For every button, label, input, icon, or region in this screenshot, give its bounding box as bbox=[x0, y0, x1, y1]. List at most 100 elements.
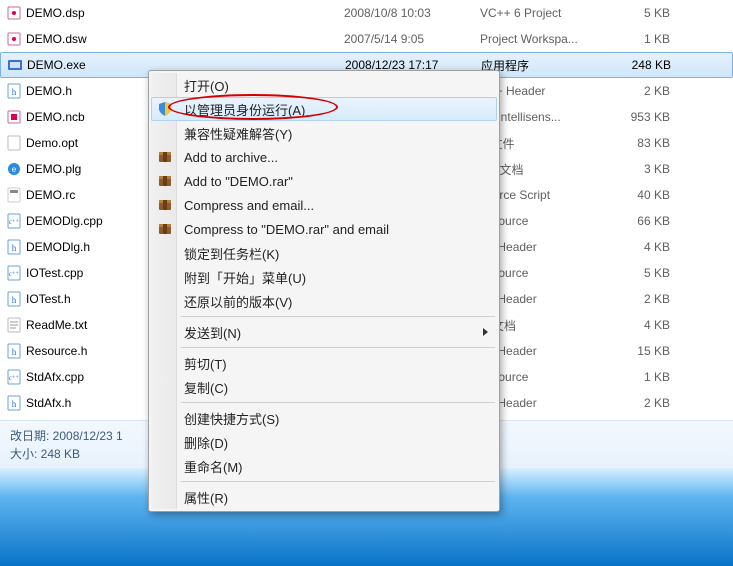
context-menu-item[interactable]: 附到「开始」菜单(U) bbox=[151, 265, 497, 289]
file-row[interactable]: DEMO.dsw2007/5/14 9:05Project Workspa...… bbox=[0, 26, 733, 52]
context-menu-item[interactable]: 复制(C) bbox=[151, 375, 497, 399]
file-icon: c⁺⁺ bbox=[4, 213, 24, 229]
file-icon bbox=[4, 135, 24, 151]
context-menu-item[interactable]: Add to archive... bbox=[151, 145, 497, 169]
file-size: 248 KB bbox=[621, 58, 681, 72]
file-date: 2008/10/8 10:03 bbox=[344, 6, 480, 20]
rar-icon bbox=[156, 220, 174, 238]
file-size: 1 KB bbox=[620, 32, 680, 46]
file-size: 3 KB bbox=[620, 162, 680, 176]
file-size: 4 KB bbox=[620, 318, 680, 332]
file-type: ++ Header bbox=[480, 344, 620, 358]
context-menu-item-label: 以管理员身份运行(A) bbox=[184, 100, 305, 119]
file-size: 2 KB bbox=[620, 84, 680, 98]
rar-icon bbox=[156, 172, 174, 190]
menu-separator bbox=[181, 402, 495, 403]
file-icon bbox=[4, 187, 24, 203]
file-icon: h bbox=[4, 343, 24, 359]
context-menu-item-label: 重命名(M) bbox=[184, 457, 243, 476]
context-menu-item-label: 创建快捷方式(S) bbox=[184, 409, 279, 428]
context-menu-item[interactable]: 重命名(M) bbox=[151, 454, 497, 478]
file-size: 5 KB bbox=[620, 266, 680, 280]
menu-separator bbox=[181, 481, 495, 482]
file-icon: h bbox=[4, 291, 24, 307]
context-menu-item[interactable]: Add to "DEMO.rar" bbox=[151, 169, 497, 193]
context-menu-item[interactable]: 属性(R) bbox=[151, 485, 497, 509]
svg-text:h: h bbox=[12, 295, 17, 305]
context-menu-item-label: 附到「开始」菜单(U) bbox=[184, 268, 306, 287]
context-menu-item-label: Compress to "DEMO.rar" and email bbox=[184, 222, 389, 237]
context-menu-item-label: 还原以前的版本(V) bbox=[184, 292, 292, 311]
file-row[interactable]: DEMO.dsp2008/10/8 10:03VC++ 6 Project5 K… bbox=[0, 0, 733, 26]
context-menu-item[interactable]: 以管理员身份运行(A) bbox=[151, 97, 497, 121]
submenu-arrow-icon bbox=[483, 328, 488, 336]
file-type: + Source bbox=[480, 266, 620, 280]
svg-text:h: h bbox=[12, 399, 17, 409]
context-menu-item[interactable]: Compress and email... bbox=[151, 193, 497, 217]
context-menu-item[interactable]: 创建快捷方式(S) bbox=[151, 406, 497, 430]
file-type: ML 文档 bbox=[480, 161, 620, 178]
file-icon: h bbox=[4, 395, 24, 411]
file-size: 953 KB bbox=[620, 110, 680, 124]
context-menu-item[interactable]: 发送到(N) bbox=[151, 320, 497, 344]
file-type: ++ Header bbox=[480, 292, 620, 306]
file-type: 本文档 bbox=[480, 317, 620, 334]
context-menu-item-label: 打开(O) bbox=[184, 76, 229, 95]
file-type: VC++ 6 Project bbox=[480, 6, 620, 20]
file-type: + Source bbox=[480, 370, 620, 384]
svg-text:h: h bbox=[12, 243, 17, 253]
context-menu-item-label: Add to archive... bbox=[184, 150, 278, 165]
context-menu-item[interactable]: Compress to "DEMO.rar" and email bbox=[151, 217, 497, 241]
file-type: source Script bbox=[480, 188, 620, 202]
rar-icon bbox=[156, 148, 174, 166]
context-menu-item[interactable]: 打开(O) bbox=[151, 73, 497, 97]
file-type: T 文件 bbox=[480, 135, 620, 152]
context-menu-item-label: 兼容性疑难解答(Y) bbox=[184, 124, 292, 143]
context-menu-item-label: 剪切(T) bbox=[184, 354, 227, 373]
file-date: 2007/5/14 9:05 bbox=[344, 32, 480, 46]
context-menu-item[interactable]: 锁定到任务栏(K) bbox=[151, 241, 497, 265]
file-size: 1 KB bbox=[620, 370, 680, 384]
file-type: Project Workspa... bbox=[480, 32, 620, 46]
svg-text:h: h bbox=[12, 87, 17, 97]
file-type: + Source bbox=[480, 214, 620, 228]
rar-icon bbox=[156, 196, 174, 214]
file-type: ++ Intellisens... bbox=[480, 110, 620, 124]
context-menu-item-label: 复制(C) bbox=[184, 378, 228, 397]
file-size: 40 KB bbox=[620, 188, 680, 202]
context-menu-item-label: 发送到(N) bbox=[184, 323, 241, 342]
context-menu-item[interactable]: 删除(D) bbox=[151, 430, 497, 454]
file-icon: c⁺⁺ bbox=[4, 369, 24, 385]
file-icon: c⁺⁺ bbox=[4, 265, 24, 281]
context-menu-item[interactable]: 兼容性疑难解答(Y) bbox=[151, 121, 497, 145]
context-menu-item[interactable]: 还原以前的版本(V) bbox=[151, 289, 497, 313]
file-size: 83 KB bbox=[620, 136, 680, 150]
context-menu-item-label: 锁定到任务栏(K) bbox=[184, 244, 279, 263]
context-menu: 打开(O) 以管理员身份运行(A) 兼容性疑难解答(Y) Add to archive… bbox=[148, 70, 500, 512]
context-menu-item-label: Add to "DEMO.rar" bbox=[184, 174, 293, 189]
file-size: 5 KB bbox=[620, 6, 680, 20]
svg-text:c⁺⁺: c⁺⁺ bbox=[9, 270, 20, 278]
file-name: DEMO.dsw bbox=[24, 32, 344, 46]
file-size: 4 KB bbox=[620, 240, 680, 254]
svg-text:h: h bbox=[12, 347, 17, 357]
file-size: 66 KB bbox=[620, 214, 680, 228]
file-icon: h bbox=[4, 83, 24, 99]
file-type: ++ Header bbox=[480, 396, 620, 410]
shield-icon bbox=[156, 100, 174, 118]
file-icon bbox=[4, 109, 24, 125]
file-type: ++ Header bbox=[480, 240, 620, 254]
file-icon: h bbox=[4, 239, 24, 255]
file-size: 2 KB bbox=[620, 292, 680, 306]
context-menu-item[interactable]: 剪切(T) bbox=[151, 351, 497, 375]
menu-separator bbox=[181, 347, 495, 348]
context-menu-item-label: Compress and email... bbox=[184, 198, 314, 213]
file-icon bbox=[4, 317, 24, 333]
file-icon bbox=[4, 31, 24, 47]
file-size: 2 KB bbox=[620, 396, 680, 410]
svg-text:c⁺⁺: c⁺⁺ bbox=[9, 218, 20, 226]
svg-text:e: e bbox=[12, 165, 17, 174]
context-menu-item-label: 删除(D) bbox=[184, 433, 228, 452]
file-name: DEMO.dsp bbox=[24, 6, 344, 20]
file-icon bbox=[4, 5, 24, 21]
